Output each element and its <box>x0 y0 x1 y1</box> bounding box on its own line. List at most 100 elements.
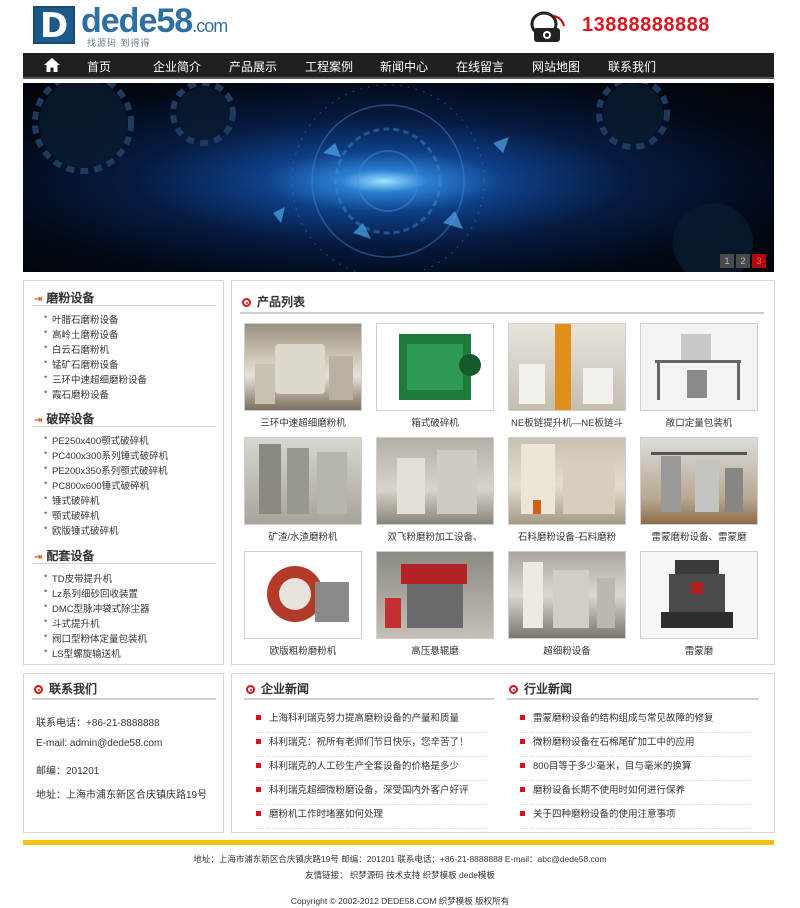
site-logo[interactable]: D dede58.com 找源码 到得得 <box>33 2 253 48</box>
arrow-icon: ⇥ <box>34 415 43 426</box>
product-card[interactable]: NE板链提升机—NE板链斗 <box>508 323 626 429</box>
slider-page-3[interactable]: 3 <box>752 254 766 268</box>
company-news-item[interactable]: 科利瑞克超细微粉磨设备，深受国内外客户好评 <box>256 782 486 805</box>
company-news-item[interactable]: 上海科利瑞克努力提高磨粉设备的产量和质量 <box>256 710 486 733</box>
slider-page-1[interactable]: 1 <box>720 254 734 268</box>
product-image[interactable] <box>508 323 626 411</box>
category-item[interactable]: PE250x400颚式破碎机 <box>44 433 149 447</box>
nav-contact[interactable]: 联系我们 <box>608 58 656 75</box>
logo-slogan: 找源码 到得得 <box>87 38 151 48</box>
target-icon <box>509 685 518 694</box>
target-icon <box>242 298 251 307</box>
arrow-icon: ⇥ <box>34 552 43 563</box>
nav-guestbook[interactable]: 在线留言 <box>456 58 504 75</box>
nav-cases[interactable]: 工程案例 <box>305 58 353 75</box>
industry-news-item[interactable]: 磨粉设备长期不使用时如何进行保养 <box>520 782 750 805</box>
product-name[interactable]: 矿渣/水渣磨粉机 <box>244 529 362 543</box>
product-card[interactable]: 高压悬辊磨 <box>376 551 494 657</box>
industry-news-title[interactable]: 行业新闻 <box>509 680 572 697</box>
slider-page-2[interactable]: 2 <box>736 254 750 268</box>
category-item[interactable]: 欧版锤式破碎机 <box>44 523 118 537</box>
category-item[interactable]: 三环中速超细磨粉设备 <box>44 372 147 386</box>
category-item[interactable]: PC400x300系列锤式破碎机 <box>44 448 168 462</box>
product-card[interactable]: 石料磨粉设备-石料磨粉 <box>508 437 626 543</box>
industry-news-item[interactable]: 关于四种磨粉设备的使用注意事项 <box>520 806 750 829</box>
category-item[interactable]: LS型螺旋输送机 <box>44 646 121 660</box>
product-name[interactable]: 雷蒙磨粉设备、雷蒙磨 <box>640 529 758 543</box>
product-image[interactable] <box>376 437 494 525</box>
bullet-icon <box>256 715 261 720</box>
product-image[interactable] <box>508 437 626 525</box>
nav-news[interactable]: 新闻中心 <box>380 58 428 75</box>
industry-news-item[interactable]: 雷蒙磨粉设备的结构组成与常见故障的修复 <box>520 710 750 733</box>
product-card[interactable]: 箱式破碎机 <box>376 323 494 429</box>
bullet-icon <box>256 811 261 816</box>
category-item[interactable]: PC800x600锤式破碎机 <box>44 478 149 492</box>
product-name[interactable]: 高压悬辊磨 <box>376 643 494 657</box>
product-card[interactable]: 欧版粗粉磨粉机 <box>244 551 362 657</box>
category-title-3[interactable]: ⇥ 配套设备 <box>34 547 94 564</box>
category-item[interactable]: 颚式破碎机 <box>44 508 99 522</box>
industry-news-item[interactable]: 800目等于多少毫米，目与毫米的换算 <box>520 758 750 781</box>
category-item[interactable]: DMC型脉冲袋式除尘器 <box>44 601 150 615</box>
product-card[interactable]: 雷蒙磨粉设备、雷蒙磨 <box>640 437 758 543</box>
product-card[interactable]: 双飞粉磨粉加工设备、 <box>376 437 494 543</box>
logo-mark-icon: D <box>33 6 75 46</box>
product-name[interactable]: 雷蒙磨 <box>640 643 758 657</box>
product-image[interactable] <box>508 551 626 639</box>
product-image[interactable] <box>640 437 758 525</box>
category-item[interactable]: 锰矿石磨粉设备 <box>44 357 118 371</box>
category-item[interactable]: TD皮带提升机 <box>44 571 112 585</box>
nav-home[interactable]: 首页 <box>87 58 111 75</box>
product-image[interactable] <box>640 551 758 639</box>
product-image[interactable] <box>640 323 758 411</box>
product-name[interactable]: 超细粉设备 <box>508 643 626 657</box>
company-news-item[interactable]: 磨粉机工作时堵塞如何处理 <box>256 806 486 829</box>
product-card[interactable]: 矿渣/水渣磨粉机 <box>244 437 362 543</box>
contact-email: E-mail: admin@dede58.com <box>36 738 163 749</box>
product-image[interactable] <box>376 551 494 639</box>
company-news-item[interactable]: 科利瑞克的人工砂生产全套设备的价格是多少 <box>256 758 486 781</box>
category-item[interactable]: 锤式破碎机 <box>44 493 99 507</box>
industry-news-item[interactable]: 微粉磨粉设备在石棉尾矿加工中的应用 <box>520 734 750 757</box>
product-name[interactable]: 箱式破碎机 <box>376 415 494 429</box>
product-image[interactable] <box>244 437 362 525</box>
product-card[interactable]: 雷蒙磨 <box>640 551 758 657</box>
home-icon[interactable] <box>43 57 61 73</box>
product-name[interactable]: 石料磨粉设备-石料磨粉 <box>508 529 626 543</box>
nav-sitemap[interactable]: 网站地图 <box>532 58 580 75</box>
product-image[interactable] <box>244 551 362 639</box>
category-title-1[interactable]: ⇥ 磨粉设备 <box>34 289 94 306</box>
category-title-2[interactable]: ⇥ 破碎设备 <box>34 410 94 427</box>
bullet-icon <box>520 739 525 744</box>
product-card[interactable]: 超细粉设备 <box>508 551 626 657</box>
product-image[interactable] <box>376 323 494 411</box>
arrow-icon: ⇥ <box>34 294 43 305</box>
company-news-title[interactable]: 企业新闻 <box>246 680 309 697</box>
product-name[interactable]: NE板链提升机—NE板链斗 <box>508 415 626 429</box>
product-name[interactable]: 三环中速超细磨粉机 <box>244 415 362 429</box>
category-item[interactable]: 高岭土磨粉设备 <box>44 327 118 341</box>
category-item[interactable]: 阀口型粉体定量包装机 <box>44 631 147 645</box>
category-item[interactable]: Lz系列细砂回收装置 <box>44 586 138 600</box>
product-name[interactable]: 双飞粉磨粉加工设备、 <box>376 529 494 543</box>
product-name[interactable]: 欧版粗粉磨粉机 <box>244 643 362 657</box>
product-card[interactable]: 三环中速超细磨粉机 <box>244 323 362 429</box>
product-name[interactable]: 敞口定量包装机 <box>640 415 758 429</box>
target-icon <box>34 685 43 694</box>
category-item[interactable]: 叶腊石磨粉设备 <box>44 312 118 326</box>
footer-links[interactable]: 友情链接： 织梦源码 技术支持 织梦模板 dede模板 <box>0 869 800 881</box>
category-item[interactable]: 白云石磨粉机 <box>44 342 109 356</box>
banner-slider[interactable]: 123 <box>23 83 774 272</box>
contact-title: 联系我们 <box>34 680 97 697</box>
product-image[interactable] <box>244 323 362 411</box>
nav-products[interactable]: 产品展示 <box>229 58 277 75</box>
category-item[interactable]: 霞石磨粉设备 <box>44 387 109 401</box>
footer-address: 地址：上海市浦东新区合庆镇庆路19号 邮编：201201 联系电话：+86-21… <box>193 854 607 864</box>
nav-about[interactable]: 企业简介 <box>153 58 201 75</box>
product-card[interactable]: 敞口定量包装机 <box>640 323 758 429</box>
category-item[interactable]: PE200x350系列颚式破碎机 <box>44 463 168 477</box>
bullet-icon <box>256 787 261 792</box>
category-item[interactable]: 斗式提升机 <box>44 616 99 630</box>
company-news-item[interactable]: 科利瑞克：祝所有老师们节日快乐，您辛苦了！ <box>256 734 486 757</box>
